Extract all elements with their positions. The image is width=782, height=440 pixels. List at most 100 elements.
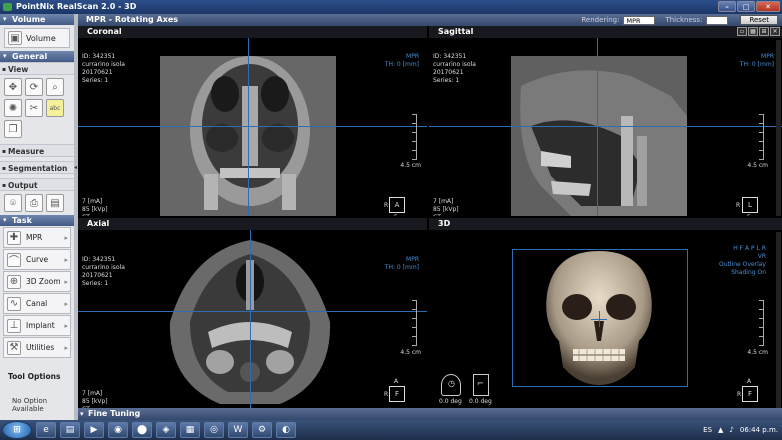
save-icon[interactable]: ▤ [46, 194, 64, 212]
task-section-header[interactable]: Task [0, 215, 74, 226]
3d-scale-bar [756, 300, 764, 346]
rotate-icon[interactable]: ⟳ [25, 78, 43, 96]
axial-mode-info: MPR TH: 0 [mm] [385, 256, 419, 272]
task-utilities-button[interactable]: ⚒ Utilities [3, 337, 71, 358]
viewer-controls: Rendering: MPR Thickness: Reset [581, 14, 778, 26]
camera-icon[interactable]: ⌾ [4, 194, 22, 212]
output-subsection[interactable]: Output [0, 178, 74, 192]
collapse-arrow-icon[interactable]: ◂ [74, 164, 77, 171]
3d-orientation-keys[interactable]: H F A P L R [719, 245, 766, 253]
output-tools: ⌾ ⎙ ▤ [0, 191, 74, 215]
task-canal-button[interactable]: ∿ Canal [3, 293, 71, 314]
tube-voltage: 85 [kVp] [82, 398, 108, 405]
3d-orient-box: F [742, 386, 758, 402]
window-controls: – □ ✕ [718, 1, 780, 12]
taskbar-word-icon[interactable]: W [228, 422, 248, 438]
volume-button-label: Volume [26, 33, 56, 43]
sagittal-mode-info: MPR TH: 0 [mm] [740, 53, 774, 69]
measure-subsection[interactable]: Measure [0, 144, 74, 158]
close-button[interactable]: ✕ [756, 1, 780, 12]
quad-layout-icon[interactable]: ⊞ [759, 27, 769, 36]
axial-orient-top: A [394, 378, 399, 385]
coronal-orient-left: R [384, 202, 389, 209]
mpr-icon: ✚ [7, 230, 21, 245]
taskbar-ie-icon[interactable]: e [36, 422, 56, 438]
brightness-icon[interactable]: ✺ [4, 99, 22, 117]
sagittal-crosshair-h[interactable] [429, 126, 782, 127]
minimize-button[interactable]: – [718, 1, 736, 12]
rotation-angle-2: 0.0 deg [469, 398, 492, 405]
clock[interactable]: 06:44 p.m. [740, 426, 778, 434]
coronal-crosshair-v[interactable] [248, 38, 249, 216]
rotation-gauge-1[interactable]: ◷ [441, 374, 461, 396]
segmentation-subsection[interactable]: Segmentation [0, 161, 74, 175]
3d-crosshair-v[interactable] [599, 311, 600, 327]
task-3d-zoom-button[interactable]: ⊕ 3D Zoom [3, 271, 71, 292]
tool-options-value: No Option Available [12, 397, 48, 413]
axial-pane[interactable]: Axial ID: 342351 currarino isola 2017062… [78, 218, 427, 408]
reset-button[interactable]: Reset [740, 15, 778, 25]
task-implant-button[interactable]: ⊥ Implant [3, 315, 71, 336]
task-3d-zoom-label: 3D Zoom [26, 277, 61, 286]
taskbar-app11-icon[interactable]: ◐ [276, 422, 296, 438]
fine-tuning-bar[interactable]: Fine Tuning [78, 408, 782, 420]
taskbar-app6-icon[interactable]: ◈ [156, 422, 176, 438]
taskbar-app7-icon[interactable]: ▦ [180, 422, 200, 438]
taskbar-app8-icon[interactable]: ◎ [204, 422, 224, 438]
task-curve-button[interactable]: ⌒ Curve [3, 249, 71, 270]
taskbar-app5-icon[interactable]: ⬤ [132, 422, 152, 438]
axial-crosshair-h[interactable] [78, 311, 427, 312]
single-layout-icon[interactable]: ▫ [737, 27, 747, 36]
canal-icon: ∿ [7, 296, 21, 311]
task-curve-label: Curve [26, 255, 49, 264]
axial-acq-info: 7 [mA] 85 [kVp] CT [82, 390, 108, 408]
viewer-area: MPR - Rotating Axes Rendering: MPR Thick… [78, 14, 782, 420]
maximize-button[interactable]: □ [737, 1, 755, 12]
sagittal-scrollbar[interactable] [776, 40, 781, 216]
close-pane-icon[interactable]: ✕ [770, 27, 780, 36]
3d-zoom-icon: ⊕ [7, 274, 21, 289]
series-number: Series: 1 [82, 280, 109, 287]
grid-layout-icon[interactable]: ▦ [748, 27, 758, 36]
copy-icon[interactable]: ❐ [4, 120, 22, 138]
general-section-header[interactable]: General [0, 51, 74, 62]
tray-volume-icon[interactable]: ♪ [729, 426, 733, 434]
taskbar-app4-icon[interactable]: ◉ [108, 422, 128, 438]
abc-annotation-icon[interactable]: abc [46, 99, 64, 117]
task-mpr-button[interactable]: ✚ MPR [3, 227, 71, 248]
thickness-select[interactable] [706, 15, 729, 25]
system-tray: ES ▲ ♪ 06:44 p.m. [703, 420, 778, 440]
zoom-magnifier-icon[interactable]: ⌕ [46, 78, 64, 96]
viewer-header: MPR - Rotating Axes Rendering: MPR Thick… [78, 14, 782, 26]
volume-icon: ▣ [8, 31, 22, 45]
coronal-pane[interactable]: Coronal ID: 342351 currarino isola 20170… [78, 26, 427, 216]
language-indicator[interactable]: ES [703, 426, 712, 434]
taskbar-media-icon[interactable]: ▶ [84, 422, 104, 438]
axial-scale-label: 4.5 cm [400, 349, 421, 356]
rotation-gauge-2[interactable]: ⌐ [473, 374, 489, 396]
axial-crosshair-v[interactable] [250, 230, 251, 408]
3d-render-info: H F A P L R VR Outline Overlay Shading O… [719, 245, 766, 277]
tray-network-icon[interactable]: ▲ [718, 426, 723, 434]
pan-icon[interactable]: ✥ [4, 78, 22, 96]
volume-section-header[interactable]: Volume [0, 14, 74, 25]
view-subsection[interactable]: View [0, 62, 74, 76]
3d-scrollbar[interactable] [776, 232, 781, 408]
patient-id: ID: 342351 [433, 53, 467, 60]
series-number: Series: 1 [82, 77, 109, 84]
coronal-crosshair-h[interactable] [78, 126, 427, 127]
taskbar-explorer-icon[interactable]: ▤ [60, 422, 80, 438]
3d-pane[interactable]: 3D H F A P L R VR Outline Overlay Shadin… [429, 218, 782, 408]
sagittal-crosshair-v[interactable] [597, 38, 598, 216]
taskbar-app10-icon[interactable]: ⚙ [252, 422, 272, 438]
printer-icon[interactable]: ⎙ [25, 194, 43, 212]
cut-icon[interactable]: ✂ [25, 99, 43, 117]
implant-icon: ⊥ [7, 318, 21, 333]
rendering-select[interactable]: MPR [623, 15, 656, 25]
sagittal-pane[interactable]: Sagittal ▫ ▦ ⊞ ✕ ID: 342351 currarino is… [429, 26, 782, 216]
task-canal-label: Canal [26, 299, 48, 308]
axial-scale-bar [409, 300, 417, 346]
start-button[interactable]: ⊞ [2, 421, 32, 439]
thickness-info: TH: 0 [mm] [739, 61, 774, 68]
volume-button[interactable]: ▣ Volume [4, 28, 70, 48]
